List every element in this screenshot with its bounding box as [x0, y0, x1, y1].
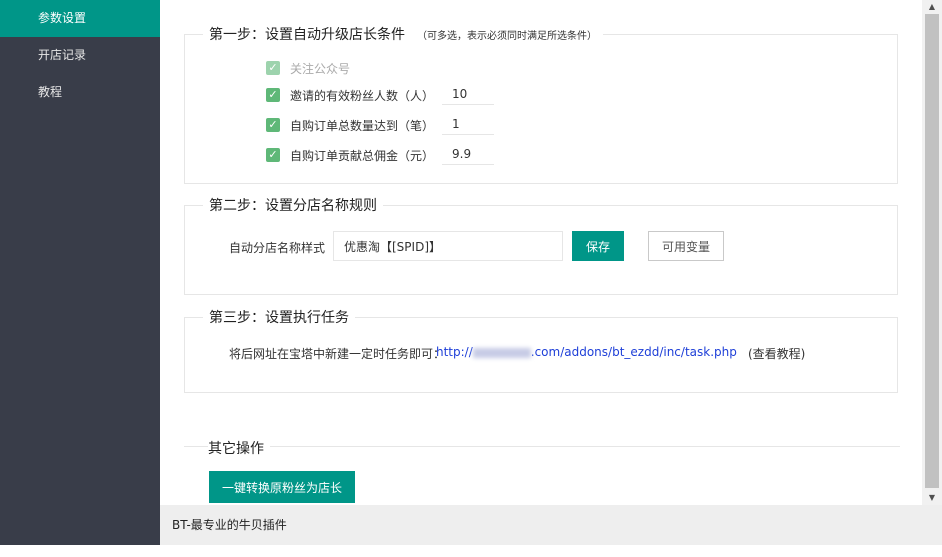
scroll-up-icon[interactable]: ▲	[922, 0, 942, 14]
divider	[184, 446, 900, 447]
convert-fans-button[interactable]: 一键转换原粉丝为店长	[209, 471, 355, 503]
sidebar-item-records[interactable]: 开店记录	[0, 37, 160, 74]
task-url-link[interactable]: http:// .com/addons/bt_ezdd/inc/task.php	[436, 345, 737, 359]
option-label: 关注公众号	[290, 61, 351, 76]
checkbox-checked-icon[interactable]: ✓	[266, 118, 280, 132]
checkbox-checked-icon[interactable]: ✓	[266, 88, 280, 102]
scrollbar-thumb[interactable]	[925, 14, 939, 488]
save-button[interactable]: 保存	[572, 231, 624, 261]
option-label: 自购订单总数量达到（笔）	[290, 118, 435, 133]
tutorial-link[interactable]: (查看教程)	[748, 345, 805, 362]
checkbox-checked-icon[interactable]: ✓	[266, 61, 280, 75]
redacted-domain	[472, 347, 531, 358]
url-prefix: http://	[436, 345, 473, 359]
option-follow-account[interactable]: ✓ 关注公众号	[266, 58, 350, 78]
task-instruction: 将后网址在宝塔中新建一定时任务即可：	[229, 347, 446, 361]
option-invite-fans[interactable]: ✓ 邀请的有效粉丝人数（人）	[266, 85, 434, 105]
sidebar: 参数设置 开店记录 教程	[0, 0, 160, 545]
scroll-down-icon[interactable]: ▼	[922, 491, 942, 505]
order-count-input[interactable]	[442, 114, 494, 135]
other-operations-title: 其它操作	[208, 438, 270, 458]
shop-name-label: 自动分店名称样式	[229, 241, 326, 255]
step1-title: 第一步：设置自动升级店长条件 （可多选，表示必须同时满足所选条件）	[209, 27, 597, 43]
checkbox-checked-icon[interactable]: ✓	[266, 148, 280, 162]
option-order-count[interactable]: ✓ 自购订单总数量达到（笔）	[266, 115, 434, 135]
commission-input[interactable]	[442, 144, 494, 165]
step1-hint: （可多选，表示必须同时满足所选条件）	[417, 31, 597, 42]
shop-name-input[interactable]	[333, 231, 563, 261]
option-label: 邀请的有效粉丝人数（人）	[290, 88, 435, 103]
option-label: 自购订单贡献总佣金（元）	[290, 148, 435, 163]
sidebar-item-tutorial[interactable]: 教程	[0, 74, 160, 111]
url-suffix: .com/addons/bt_ezdd/inc/task.php	[530, 345, 737, 359]
sidebar-item-settings[interactable]: 参数设置	[0, 0, 160, 37]
step3-title: 第三步：设置执行任务	[209, 310, 349, 326]
invite-fans-input[interactable]	[442, 84, 494, 105]
available-vars-button[interactable]: 可用变量	[648, 231, 724, 261]
footer: BT-最专业的牛贝插件	[160, 505, 942, 545]
option-commission[interactable]: ✓ 自购订单贡献总佣金（元）	[266, 145, 434, 165]
step2-title: 第二步：设置分店名称规则	[209, 198, 377, 214]
